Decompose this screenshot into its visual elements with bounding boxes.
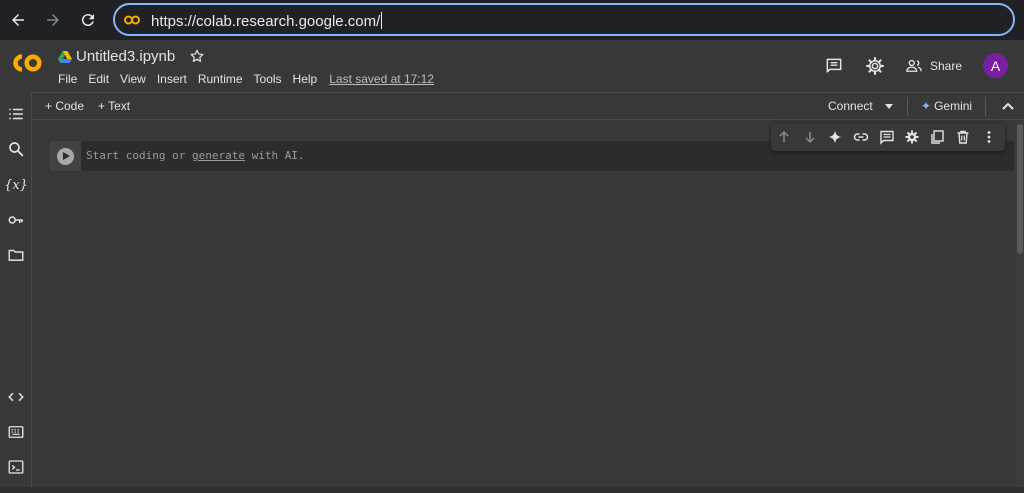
star-icon[interactable] xyxy=(189,48,205,64)
last-saved-link[interactable]: Last saved at 17:12 xyxy=(329,72,434,86)
add-code-button[interactable]: + Code xyxy=(45,99,84,113)
colab-logo-icon[interactable] xyxy=(10,52,44,74)
reload-icon xyxy=(81,14,94,27)
menu-file[interactable]: File xyxy=(58,72,88,86)
scrollbar-thumb[interactable] xyxy=(1017,124,1023,254)
sparkle-icon[interactable] xyxy=(827,129,843,145)
address-bar[interactable]: https://colab.research.google.com/ xyxy=(113,3,1015,36)
gemini-sparkle-icon: ✦ xyxy=(921,99,932,113)
search-icon xyxy=(9,142,24,157)
back-button[interactable] xyxy=(7,9,29,31)
menu-help[interactable]: Help xyxy=(293,72,329,86)
share-label: Share xyxy=(930,59,963,73)
text-caret xyxy=(381,12,383,29)
toolbar-divider xyxy=(907,97,908,116)
sidebar-item-command-palette[interactable] xyxy=(7,423,25,441)
code-snippets-icon xyxy=(8,392,24,402)
menu-tools[interactable]: Tools xyxy=(254,72,293,86)
google-drive-icon xyxy=(58,51,72,63)
more-vert-icon[interactable] xyxy=(981,129,997,145)
cell-toolbar xyxy=(771,123,1005,151)
vertical-scrollbar[interactable] xyxy=(1016,121,1024,493)
move-up-icon[interactable] xyxy=(776,129,792,145)
url-text: https://colab.research.google.com/ xyxy=(151,13,381,30)
cell-gutter xyxy=(50,141,81,171)
placeholder-start: Start coding or xyxy=(86,149,192,162)
terminal-icon xyxy=(8,460,24,474)
browser-bar: https://colab.research.google.com/ xyxy=(0,0,1024,40)
mirror-cell-icon[interactable] xyxy=(929,129,945,145)
people-icon xyxy=(906,59,922,72)
link-icon[interactable] xyxy=(853,129,869,145)
forward-arrow-icon xyxy=(47,14,59,26)
delete-trash-icon[interactable] xyxy=(955,129,971,145)
forward-button[interactable] xyxy=(42,9,64,31)
connect-button[interactable]: Connect xyxy=(828,99,873,113)
colab-header: Untitled3.ipynb File Edit View Insert Ru… xyxy=(0,40,1024,92)
notebook-toolbar: + Code + Text Connect ✦ Gemini xyxy=(32,92,1024,120)
left-sidebar: {x} xyxy=(0,92,32,493)
gemini-button[interactable]: ✦ Gemini xyxy=(921,99,972,113)
menu-runtime[interactable]: Runtime xyxy=(198,72,254,86)
sidebar-item-code-snippets[interactable] xyxy=(7,388,25,406)
sidebar-item-files[interactable] xyxy=(7,246,25,264)
run-cell-button[interactable] xyxy=(57,148,74,165)
comment-icon[interactable] xyxy=(824,56,844,76)
settings-gear-icon[interactable] xyxy=(904,129,920,145)
connect-dropdown-icon[interactable] xyxy=(885,104,893,109)
sidebar-item-terminal[interactable] xyxy=(7,458,25,476)
add-text-button[interactable]: + Text xyxy=(98,99,130,113)
status-strip xyxy=(0,487,1024,493)
menu-bar: File Edit View Insert Runtime Tools Help… xyxy=(58,72,434,86)
settings-gear-icon[interactable] xyxy=(865,56,885,76)
gemini-label: Gemini xyxy=(934,99,973,113)
placeholder-end: with AI. xyxy=(244,149,305,162)
share-button[interactable]: Share xyxy=(905,55,962,77)
site-icon xyxy=(124,15,140,25)
menu-insert[interactable]: Insert xyxy=(157,72,198,86)
back-arrow-icon xyxy=(12,14,24,26)
table-of-contents-icon xyxy=(9,108,23,120)
toolbar-divider xyxy=(985,97,986,116)
command-palette-icon xyxy=(8,426,24,438)
sidebar-item-secrets[interactable] xyxy=(7,211,25,229)
comment-icon[interactable] xyxy=(879,129,895,145)
secrets-key-icon xyxy=(8,216,23,224)
reload-button[interactable] xyxy=(77,9,99,31)
chevron-up-icon[interactable] xyxy=(1001,100,1015,112)
variables-icon: {x} xyxy=(4,177,28,193)
sidebar-item-table-of-contents[interactable] xyxy=(7,105,25,123)
sidebar-item-search[interactable] xyxy=(7,140,25,158)
menu-view[interactable]: View xyxy=(120,72,157,86)
files-folder-icon xyxy=(8,249,24,261)
menu-edit[interactable]: Edit xyxy=(88,72,120,86)
url-input[interactable]: https://colab.research.google.com/ xyxy=(151,12,383,30)
generate-link[interactable]: generate xyxy=(192,149,245,162)
sidebar-item-variables[interactable]: {x} xyxy=(4,176,28,194)
notebook-title[interactable]: Untitled3.ipynb xyxy=(76,48,175,65)
notebook-area: Start coding or generate with AI. xyxy=(33,121,1024,493)
move-down-icon[interactable] xyxy=(802,129,818,145)
avatar[interactable]: A xyxy=(983,53,1008,78)
